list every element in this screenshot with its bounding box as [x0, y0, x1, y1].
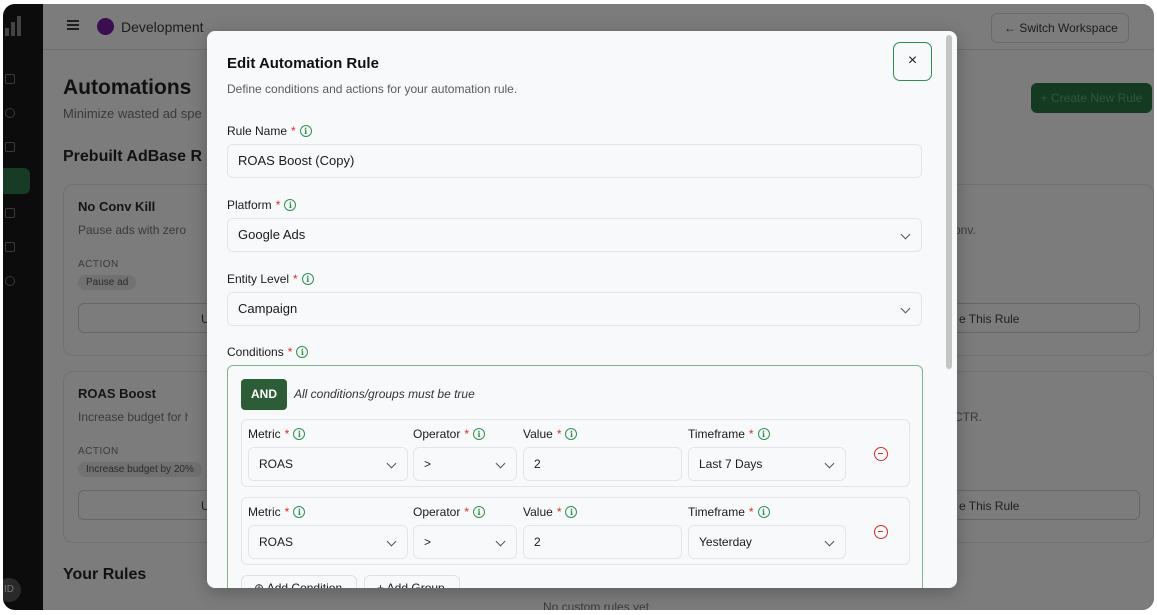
info-icon[interactable]: i — [299, 125, 312, 137]
info-icon[interactable]: i — [473, 428, 486, 440]
audience-icon[interactable] — [5, 242, 15, 252]
add-group-button[interactable]: + Add Group — [364, 575, 460, 588]
action-label: ACTION — [78, 259, 119, 270]
reports-icon[interactable] — [5, 142, 15, 152]
chevron-down-icon — [900, 229, 911, 240]
timeframe-select[interactable]: Last 7 Days — [688, 447, 846, 481]
value-label: Value * i — [523, 427, 578, 441]
rule-card-desc-end: onv. — [954, 223, 976, 237]
entity-level-select[interactable]: Campaign — [227, 292, 922, 326]
platform-select[interactable]: Google Ads — [227, 218, 922, 252]
remove-condition-icon[interactable] — [874, 525, 888, 539]
add-condition-button[interactable]: ⊕ Add Condition — [241, 575, 357, 588]
condition-row: Metric * i Operator * i Value * i Timeframe * i … — [241, 497, 910, 565]
operator-label: Operator * i — [413, 505, 486, 519]
logic-toggle-button[interactable]: AND — [241, 379, 287, 410]
info-icon[interactable]: i — [565, 506, 578, 518]
chevron-down-icon — [495, 458, 506, 469]
your-rules-heading: Your Rules — [63, 566, 147, 583]
action-badge: Pause ad — [78, 275, 137, 290]
info-icon[interactable]: i — [296, 346, 309, 358]
info-icon[interactable]: i — [757, 428, 770, 440]
rule-card-title: No Conv Kill — [78, 199, 156, 214]
sidebar-item-automations[interactable] — [3, 168, 30, 194]
rule-name-label: Rule Name * i — [227, 124, 312, 138]
avatar[interactable]: ID — [3, 578, 21, 602]
rule-name-input[interactable]: ROAS Boost (Copy) — [227, 144, 922, 178]
app-window: ID Development ← Switch Workspace Automa… — [3, 4, 1154, 610]
page-title: Automations — [63, 76, 192, 99]
action-badge: Increase budget by 20% — [78, 462, 202, 477]
switch-workspace-button[interactable]: ← Switch Workspace — [991, 13, 1129, 43]
chevron-down-icon — [824, 536, 835, 547]
info-icon[interactable]: i — [473, 506, 486, 518]
info-icon[interactable]: i — [284, 199, 297, 211]
metric-select[interactable]: ROAS — [248, 525, 408, 559]
add-icon[interactable] — [5, 108, 15, 118]
workspace-avatar — [97, 18, 114, 35]
rule-card-desc-end: CTR. — [954, 410, 982, 424]
edit-rule-dialog: Edit Automation Rule Define conditions a… — [207, 31, 957, 588]
operator-select[interactable]: > — [413, 525, 517, 559]
dashboard-icon[interactable] — [5, 74, 15, 84]
chevron-down-icon — [386, 458, 397, 469]
remove-condition-icon[interactable] — [874, 447, 888, 461]
value-label: Value * i — [523, 505, 578, 519]
timeframe-select[interactable]: Yesterday — [688, 525, 846, 559]
rule-card-desc: Increase budget for high — [78, 410, 188, 424]
chevron-down-icon — [495, 536, 506, 547]
info-icon[interactable]: i — [293, 506, 306, 518]
sidebar-rail: ID — [3, 4, 43, 610]
operator-select[interactable]: > — [413, 447, 517, 481]
menu-icon[interactable] — [67, 20, 79, 30]
scrollbar-thumb[interactable] — [946, 35, 952, 369]
metric-label: Metric * i — [248, 427, 306, 441]
condition-row: Metric * i Operator * i Value * i Timeframe * i … — [241, 419, 910, 487]
platform-label: Platform * i — [227, 198, 297, 212]
entity-level-label: Entity Level * i — [227, 272, 314, 286]
chevron-down-icon — [824, 458, 835, 469]
rule-card-title: ROAS Boost — [78, 386, 156, 401]
use-rule-label: e This Rule — [959, 499, 1020, 513]
page-subtitle: Minimize wasted ad spe — [63, 106, 202, 121]
logic-hint: All conditions/groups must be true — [294, 387, 475, 401]
dialog-title: Edit Automation Rule — [227, 55, 379, 72]
info-icon[interactable]: i — [565, 428, 578, 440]
prebuilt-heading: Prebuilt AdBase R — [63, 148, 202, 165]
action-label: ACTION — [78, 446, 119, 457]
rule-card-desc: Pause ads with zero con — [78, 223, 188, 237]
info-icon[interactable]: i — [293, 428, 306, 440]
chevron-down-icon — [386, 536, 397, 547]
close-button[interactable]: × — [893, 42, 932, 81]
create-rule-button[interactable]: + Create New Rule — [1031, 83, 1152, 113]
image-icon[interactable] — [5, 208, 15, 218]
workspace-name[interactable]: Development — [121, 19, 204, 35]
logo-icon — [5, 16, 21, 36]
empty-state: No custom rules yet — [543, 600, 650, 610]
value-input[interactable]: 2 — [523, 447, 682, 481]
operator-label: Operator * i — [413, 427, 486, 441]
info-icon[interactable]: i — [757, 506, 770, 518]
use-rule-label: e This Rule — [959, 312, 1020, 326]
share-icon[interactable] — [5, 276, 15, 286]
timeframe-label: Timeframe * i — [688, 427, 770, 441]
chevron-down-icon — [900, 303, 911, 314]
timeframe-label: Timeframe * i — [688, 505, 770, 519]
info-icon[interactable]: i — [301, 273, 314, 285]
dialog-subtitle: Define conditions and actions for your a… — [227, 82, 518, 96]
conditions-group: AND All conditions/groups must be true M… — [227, 365, 923, 588]
metric-label: Metric * i — [248, 505, 306, 519]
metric-select[interactable]: ROAS — [248, 447, 408, 481]
conditions-label: Conditions * i — [227, 345, 309, 359]
value-input[interactable]: 2 — [523, 525, 682, 559]
